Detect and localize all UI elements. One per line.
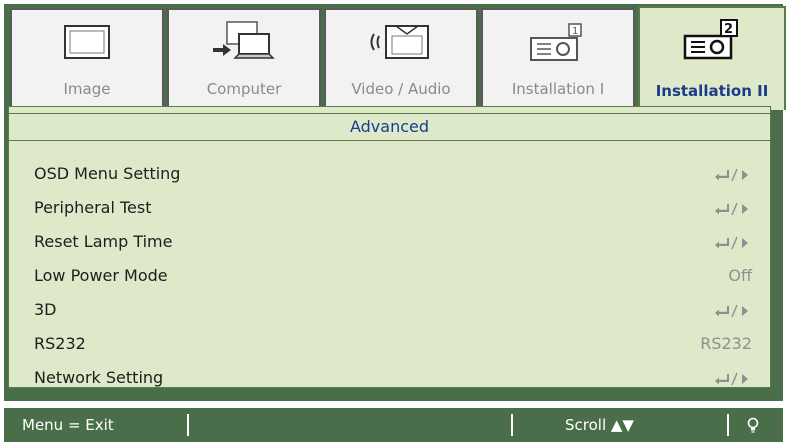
tab-label: Video / Audio	[351, 80, 451, 98]
menu-item-label: RS232	[34, 334, 86, 353]
menu-exit-hint: Menu = Exit	[22, 416, 114, 434]
tab-label: Installation II	[655, 82, 769, 100]
menu-item-reset-lamp-time[interactable]: Reset Lamp Time	[9, 225, 770, 259]
settings-panel: Advanced OSD Menu Setting Peripheral Tes…	[8, 106, 771, 388]
tab-label: Installation I	[511, 80, 605, 98]
tab-installation-1[interactable]: 1 Installation I	[481, 8, 635, 108]
tab-installation-2[interactable]: 2 Installation II	[638, 6, 786, 110]
scroll-hint: Scroll ▲▼	[565, 416, 634, 434]
menu-item-value: RS232	[700, 334, 752, 353]
computer-icon	[169, 20, 319, 66]
section-title: Advanced	[9, 113, 770, 141]
menu-item-network-setting[interactable]: Network Setting	[9, 361, 770, 395]
footer-divider	[187, 414, 189, 436]
menu-item-rs232[interactable]: RS232 RS232	[9, 327, 770, 361]
projector-2-icon: 2	[640, 18, 784, 64]
menu-item-osd-menu-setting[interactable]: OSD Menu Setting	[9, 157, 770, 191]
enter-arrow-icon	[714, 225, 752, 259]
tab-image[interactable]: Image	[10, 8, 164, 108]
menu-item-low-power-mode[interactable]: Low Power Mode Off	[9, 259, 770, 293]
enter-arrow-icon	[714, 293, 752, 327]
tab-label: Image	[63, 80, 111, 98]
video-audio-icon	[326, 20, 476, 66]
menu-item-label: Reset Lamp Time	[34, 232, 173, 251]
menu-item-label: Peripheral Test	[34, 198, 152, 217]
footer-divider	[511, 414, 513, 436]
tab-computer[interactable]: Computer	[167, 8, 321, 108]
enter-arrow-icon	[714, 191, 752, 225]
bulb-icon	[746, 417, 760, 436]
svg-text:2: 2	[724, 22, 733, 37]
menu-item-peripheral-test[interactable]: Peripheral Test	[9, 191, 770, 225]
menu-item-label: 3D	[34, 300, 57, 319]
footer-divider	[727, 414, 729, 436]
enter-arrow-icon	[714, 157, 752, 191]
footer-bar: Menu = Exit Scroll ▲▼	[4, 408, 783, 442]
enter-arrow-icon	[714, 361, 752, 395]
svg-text:1: 1	[572, 26, 578, 37]
menu-item-label: Network Setting	[34, 368, 164, 387]
tab-label: Computer	[206, 80, 282, 98]
monitor-icon	[12, 20, 162, 66]
menu-item-label: OSD Menu Setting	[34, 164, 181, 183]
menu-item-3d[interactable]: 3D	[9, 293, 770, 327]
tab-video-audio[interactable]: Video / Audio	[324, 8, 478, 108]
menu-item-value: Off	[728, 266, 752, 285]
menu-item-label: Low Power Mode	[34, 266, 168, 285]
projector-icon: 1	[483, 20, 633, 66]
